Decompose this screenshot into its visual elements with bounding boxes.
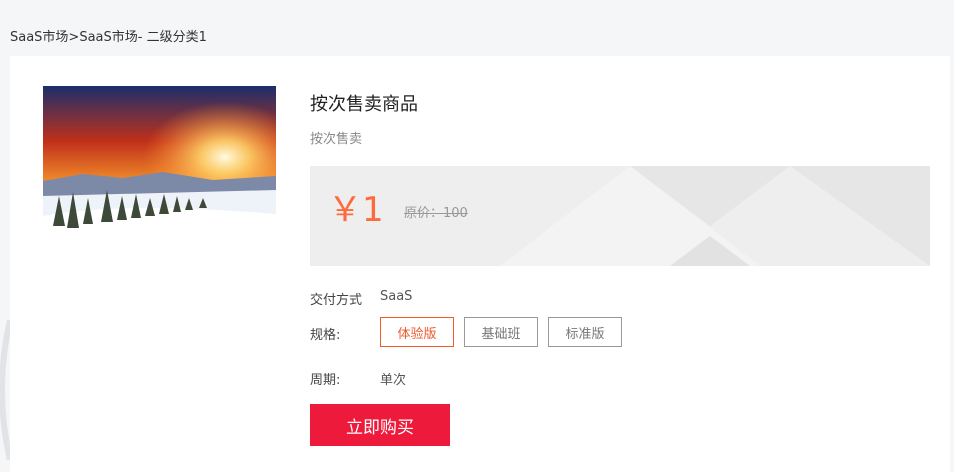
- product-subtitle: 按次售卖: [310, 132, 363, 147]
- period-label: 周期:: [310, 373, 341, 388]
- spec-option-basic[interactable]: 基础班: [464, 317, 538, 347]
- buy-now-button[interactable]: 立即购买: [310, 404, 450, 446]
- delivery-label: 交付方式: [310, 293, 363, 308]
- price-box: ￥1 原价：100: [310, 166, 930, 266]
- breadcrumb[interactable]: SaaS市场>SaaS市场- 二级分类1: [10, 26, 207, 45]
- decorative-arc: [0, 320, 10, 460]
- delivery-value: SaaS: [380, 289, 413, 304]
- product-title: 按次售卖商品: [310, 94, 418, 115]
- spec-option-standard[interactable]: 标准版: [548, 317, 622, 347]
- price: ￥1: [328, 190, 384, 230]
- product-card: 按次售卖商品 按次售卖 ￥1 原价：100 交付方式 SaaS 规格: 体验版 …: [10, 56, 950, 472]
- product-image: [43, 86, 276, 244]
- original-price: 原价：100: [404, 206, 468, 221]
- period-value: 单次: [380, 373, 407, 388]
- spec-label: 规格:: [310, 328, 341, 343]
- price-box-pattern: [500, 166, 930, 266]
- spec-option-trial[interactable]: 体验版: [380, 317, 454, 347]
